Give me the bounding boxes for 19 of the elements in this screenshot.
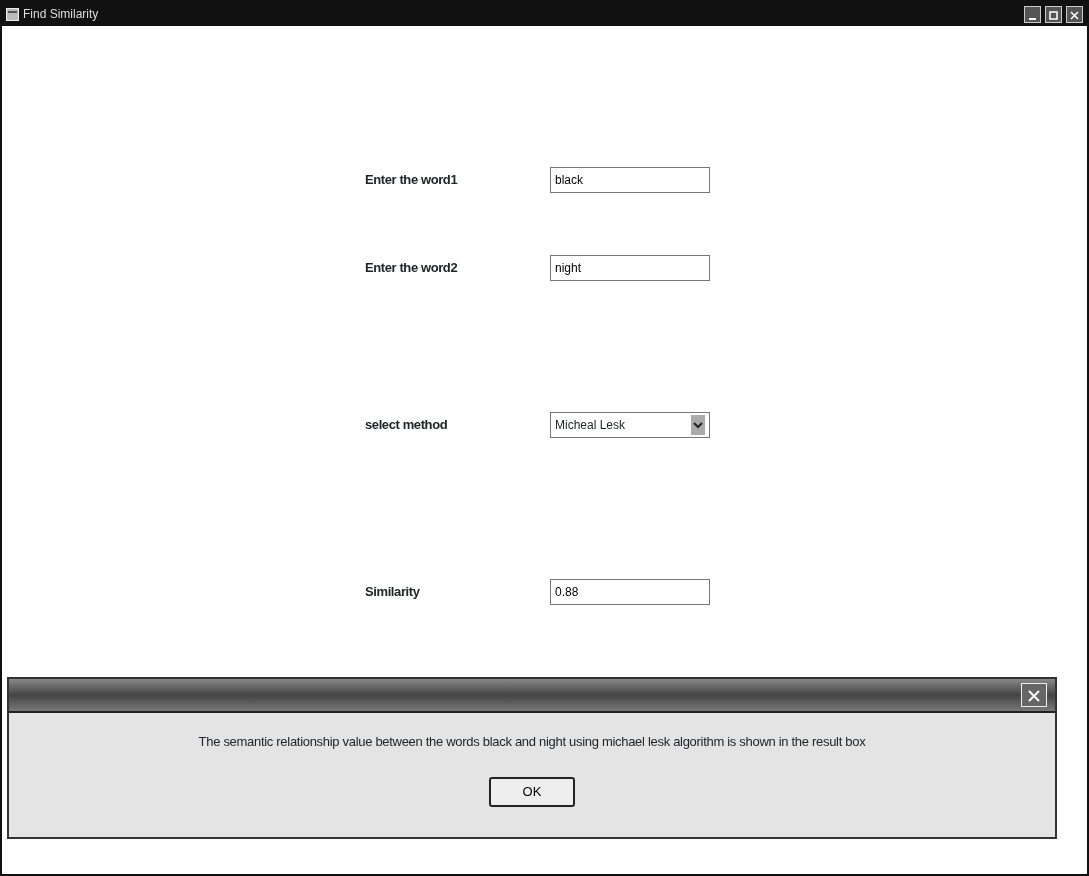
field-label: Similarity (365, 583, 421, 602)
app-icon (6, 7, 19, 21)
field-label: select method (365, 416, 449, 435)
input-field[interactable]: night (550, 255, 710, 281)
field-label: Enter the word2 (365, 259, 459, 278)
close-icon (1027, 689, 1041, 704)
method-dropdown[interactable]: Micheal Lesk (550, 412, 710, 438)
minimize-button[interactable] (1024, 5, 1041, 23)
field-label: Enter the word1 (365, 171, 459, 190)
input-field[interactable]: 0.88 (550, 579, 710, 605)
window-title: Find Similarity (23, 6, 99, 23)
maximize-icon (1049, 10, 1058, 20)
minimize-icon (1029, 17, 1036, 20)
ok-button[interactable]: OK (489, 777, 575, 807)
maximize-button[interactable] (1045, 5, 1062, 23)
input-field[interactable]: black (550, 167, 710, 193)
close-icon (1070, 10, 1079, 20)
dialog-message: The semantic relationship value between the words black and night using michael lesk algorithm is shown in the result box (198, 734, 866, 749)
close-button[interactable] (1066, 5, 1083, 23)
